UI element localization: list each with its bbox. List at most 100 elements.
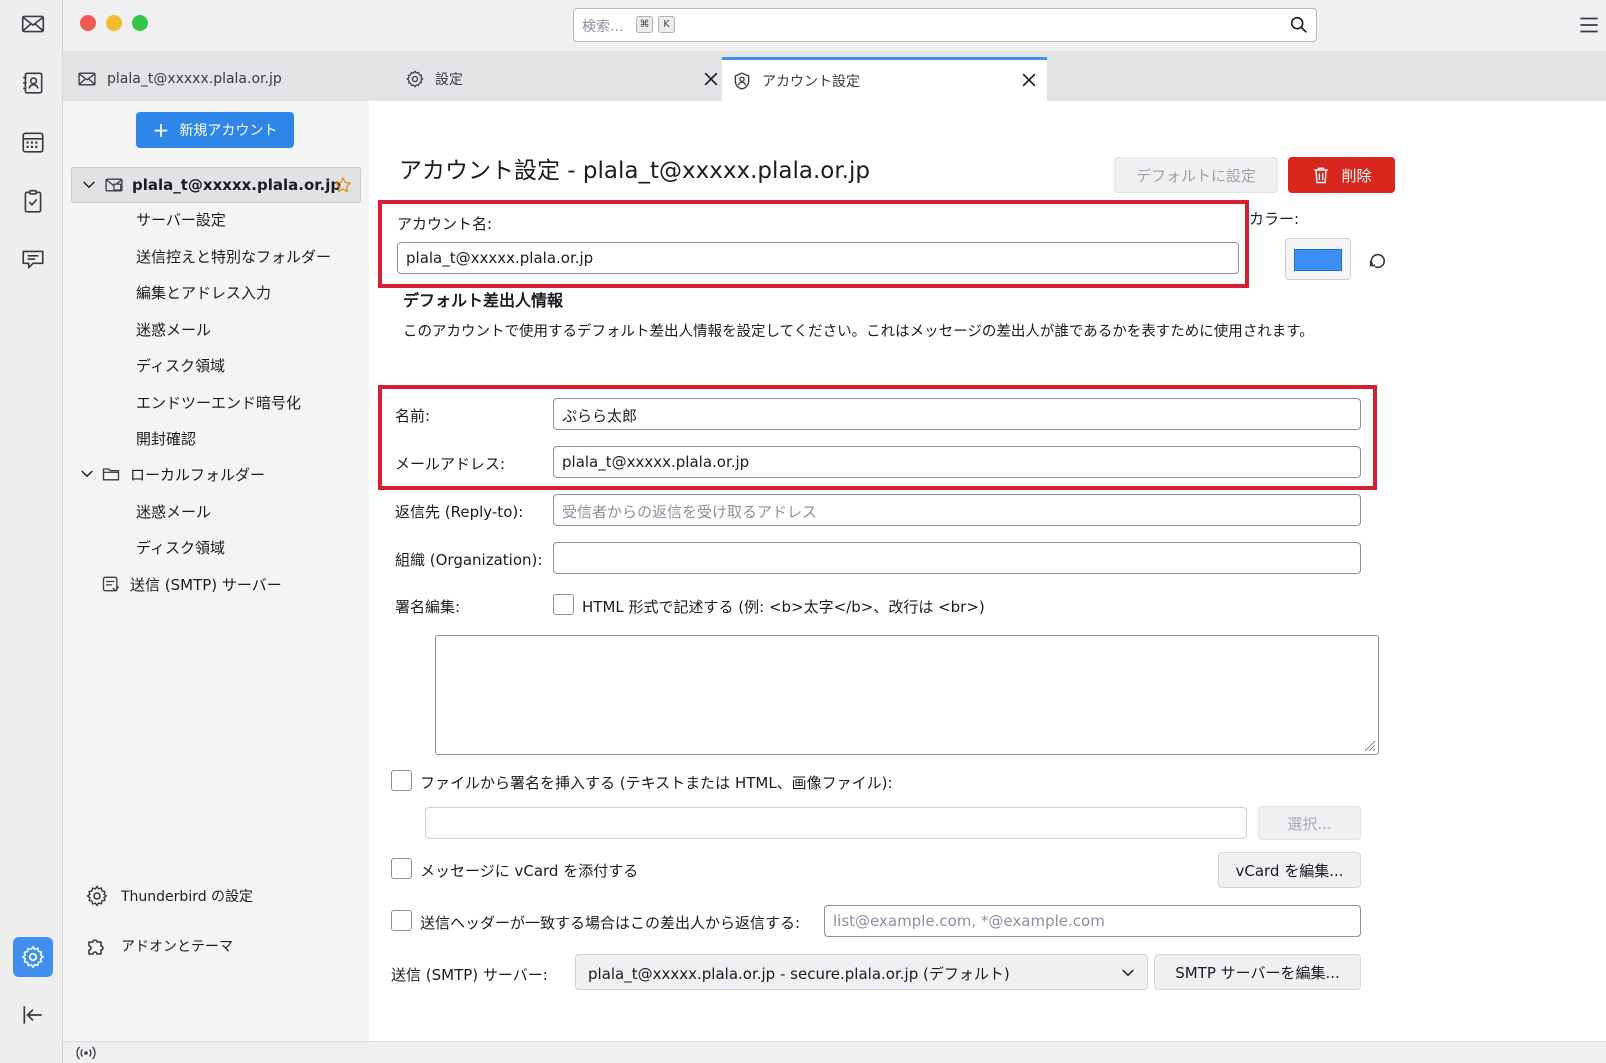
page-title: アカウント設定 - plala_t@xxxxx.plala.or.jp: [399, 158, 870, 184]
tree-item-local-junk[interactable]: 迷惑メール: [136, 501, 211, 522]
status-bar: [63, 1041, 1606, 1063]
html-signature-checkbox[interactable]: [553, 594, 574, 615]
tree-item-local-folders[interactable]: ローカルフォルダー: [130, 464, 265, 485]
app-menu-icon[interactable]: [1576, 12, 1602, 38]
global-search-input[interactable]: 検索... ⌘ K: [573, 8, 1317, 42]
new-account-button[interactable]: + 新規アカウント: [136, 112, 294, 148]
calendar-icon: [22, 132, 44, 153]
account-settings-content: アカウント設定 - plala_t@xxxxx.plala.or.jp デフォル…: [369, 101, 1606, 1041]
outgoing-server-icon: [102, 576, 120, 592]
organization-label: 組織 (Organization):: [395, 551, 543, 569]
tree-item-return-receipts[interactable]: 開封確認: [136, 428, 196, 449]
tasks-space-button[interactable]: [16, 184, 50, 218]
tab-account-settings-label: アカウント設定: [762, 73, 860, 90]
shortcut-key-cmd: ⌘: [636, 16, 653, 33]
spaces-toolbar: [0, 0, 63, 1063]
highlight-account-name: [378, 200, 1249, 288]
tree-item-junk[interactable]: 迷惑メール: [136, 319, 211, 340]
close-icon[interactable]: [1019, 70, 1039, 90]
mail-icon: [21, 15, 45, 33]
collapse-left-icon: [23, 1006, 42, 1024]
chevron-down-icon[interactable]: [80, 176, 98, 194]
search-icon[interactable]: [1288, 14, 1310, 36]
plus-icon: +: [152, 118, 170, 142]
tree-item-disk-space[interactable]: ディスク領域: [136, 355, 225, 376]
tree-item-e2e-encryption[interactable]: エンドツーエンド暗号化: [136, 392, 301, 413]
highlight-identity: [378, 385, 1377, 490]
thunderbird-settings-link[interactable]: Thunderbird の設定: [85, 883, 253, 909]
signature-textarea[interactable]: [435, 635, 1379, 755]
new-account-label: 新規アカウント: [179, 123, 278, 139]
search-placeholder: 検索...: [582, 19, 624, 35]
attach-vcard-label: メッセージに vCard を添付する: [420, 862, 639, 880]
edit-vcard-button[interactable]: vCard を編集...: [1218, 852, 1361, 888]
collapse-toolbar-button[interactable]: [16, 998, 50, 1032]
edit-smtp-server-button[interactable]: SMTP サーバーを編集...: [1154, 954, 1361, 990]
smtp-server-select[interactable]: plala_t@xxxxx.plala.or.jp - secure.plala…: [575, 954, 1148, 990]
chat-space-button[interactable]: [16, 242, 50, 276]
addons-themes-label: アドオンとテーマ: [121, 939, 233, 955]
delete-account-button[interactable]: 削除: [1288, 157, 1395, 193]
tab-mail-label: plala_t@xxxxx.plala.or.jp: [107, 71, 282, 87]
replyto-input[interactable]: 受信者からの返信を受け取るアドレス: [553, 494, 1361, 526]
trash-icon: [1314, 167, 1329, 184]
calendar-space-button[interactable]: [16, 125, 50, 159]
attach-vcard-checkbox[interactable]: [391, 858, 412, 879]
gear-icon: [21, 945, 44, 969]
set-default-button[interactable]: デフォルトに設定: [1114, 157, 1278, 193]
tree-item-local-disk-space[interactable]: ディスク領域: [136, 537, 225, 558]
reply-from-header-input[interactable]: list@example.com, *@example.com: [824, 905, 1361, 937]
gear-icon: [86, 885, 108, 907]
address-book-icon: [23, 72, 43, 94]
identity-section-title: デフォルト差出人情報: [403, 291, 564, 310]
reply-from-header-checkbox[interactable]: [391, 910, 412, 931]
window-minimize-button[interactable]: [106, 15, 122, 31]
smtp-server-value: plala_t@xxxxx.plala.or.jp - secure.plala…: [588, 965, 1010, 983]
account-icon: [734, 71, 750, 90]
addons-themes-link[interactable]: アドオンとテーマ: [85, 933, 233, 959]
chat-icon: [22, 250, 44, 269]
signature-file-checkbox[interactable]: [391, 770, 412, 791]
signature-file-path-input[interactable]: [425, 807, 1247, 839]
account-row[interactable]: plala_t@xxxxx.plala.or.jp: [71, 167, 361, 203]
close-icon[interactable]: [701, 69, 721, 89]
chevron-down-icon: [1122, 969, 1134, 977]
choose-file-button[interactable]: 選択...: [1258, 806, 1361, 840]
tree-item-server-settings[interactable]: サーバー設定: [136, 209, 226, 230]
tab-settings[interactable]: 設定: [405, 57, 721, 101]
folder-icon: [102, 468, 120, 481]
tab-bar: plala_t@xxxxx.plala.or.jp 設定 アカウント設定: [63, 52, 1606, 101]
mail-space-button[interactable]: [16, 7, 50, 41]
puzzle-icon: [88, 939, 104, 955]
tab-mail[interactable]: plala_t@xxxxx.plala.or.jp: [77, 57, 397, 101]
smtp-server-label: 送信 (SMTP) サーバー:: [391, 966, 548, 984]
identity-description: このアカウントで使用するデフォルト差出人情報を設定してください。これはメッセージ…: [403, 324, 1314, 340]
replyto-label: 返信先 (Reply-to):: [395, 503, 524, 521]
tasks-icon: [24, 189, 42, 213]
tree-item-copies-folders[interactable]: 送信控えと特別なフォルダー: [136, 246, 331, 267]
mail-icon: [78, 72, 96, 86]
html-signature-label: HTML 形式で記述する (例: <b>太字</b>、改行は <br>): [582, 598, 985, 616]
signature-label: 署名編集:: [395, 598, 461, 616]
account-label: plala_t@xxxxx.plala.or.jp: [132, 176, 342, 194]
account-color-picker[interactable]: [1285, 238, 1351, 280]
online-status-icon[interactable]: [75, 1044, 97, 1062]
reply-from-header-label: 送信ヘッダーが一致する場合はこの差出人から返信する:: [420, 914, 801, 932]
tab-settings-label: 設定: [435, 72, 463, 88]
chevron-down-icon[interactable]: [78, 465, 96, 483]
shortcut-key-k: K: [658, 16, 675, 33]
tree-item-smtp-server[interactable]: 送信 (SMTP) サーバー: [130, 574, 282, 595]
window-close-button[interactable]: [80, 15, 96, 31]
resize-grip-icon[interactable]: [1362, 738, 1376, 752]
reset-color-icon[interactable]: [1367, 249, 1389, 271]
window-zoom-button[interactable]: [132, 15, 148, 31]
titlebar: 検索... ⌘ K: [63, 0, 1606, 52]
tab-account-settings[interactable]: アカウント設定: [722, 57, 1047, 101]
signature-file-label: ファイルから署名を挿入する (テキストまたは HTML、画像ファイル):: [420, 774, 893, 792]
tree-item-composition[interactable]: 編集とアドレス入力: [136, 282, 271, 303]
settings-space-button[interactable]: [13, 937, 53, 977]
color-swatch-fill: [1294, 249, 1342, 271]
organization-input[interactable]: [553, 542, 1361, 574]
address-book-space-button[interactable]: [16, 66, 50, 100]
color-label: カラー:: [1249, 210, 1300, 228]
